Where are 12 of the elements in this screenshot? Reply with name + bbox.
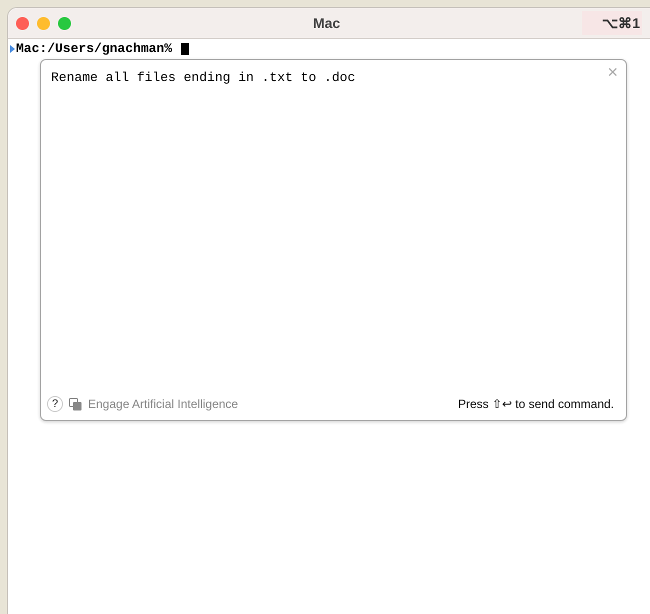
zoom-button[interactable] [58, 16, 71, 30]
mark-icon [10, 44, 15, 52]
shortcut-label: ⌥⌘1 [582, 11, 642, 35]
help-button[interactable]: ? [47, 396, 63, 412]
copy-icon [69, 398, 82, 410]
send-hint: Press ⇧↩ to send command. [458, 397, 614, 411]
minimize-button[interactable] [37, 16, 50, 30]
window-title: Mac [312, 15, 342, 31]
text-cursor [181, 42, 190, 54]
close-window-button[interactable] [16, 16, 29, 30]
command-field[interactable]: Rename all files ending in .txt to .doc × ? Engage Artificial Intelligence Press ⇧↩ to send command. [40, 59, 627, 421]
shell-prompt: Mac:/Users/gnachman% [16, 41, 172, 56]
